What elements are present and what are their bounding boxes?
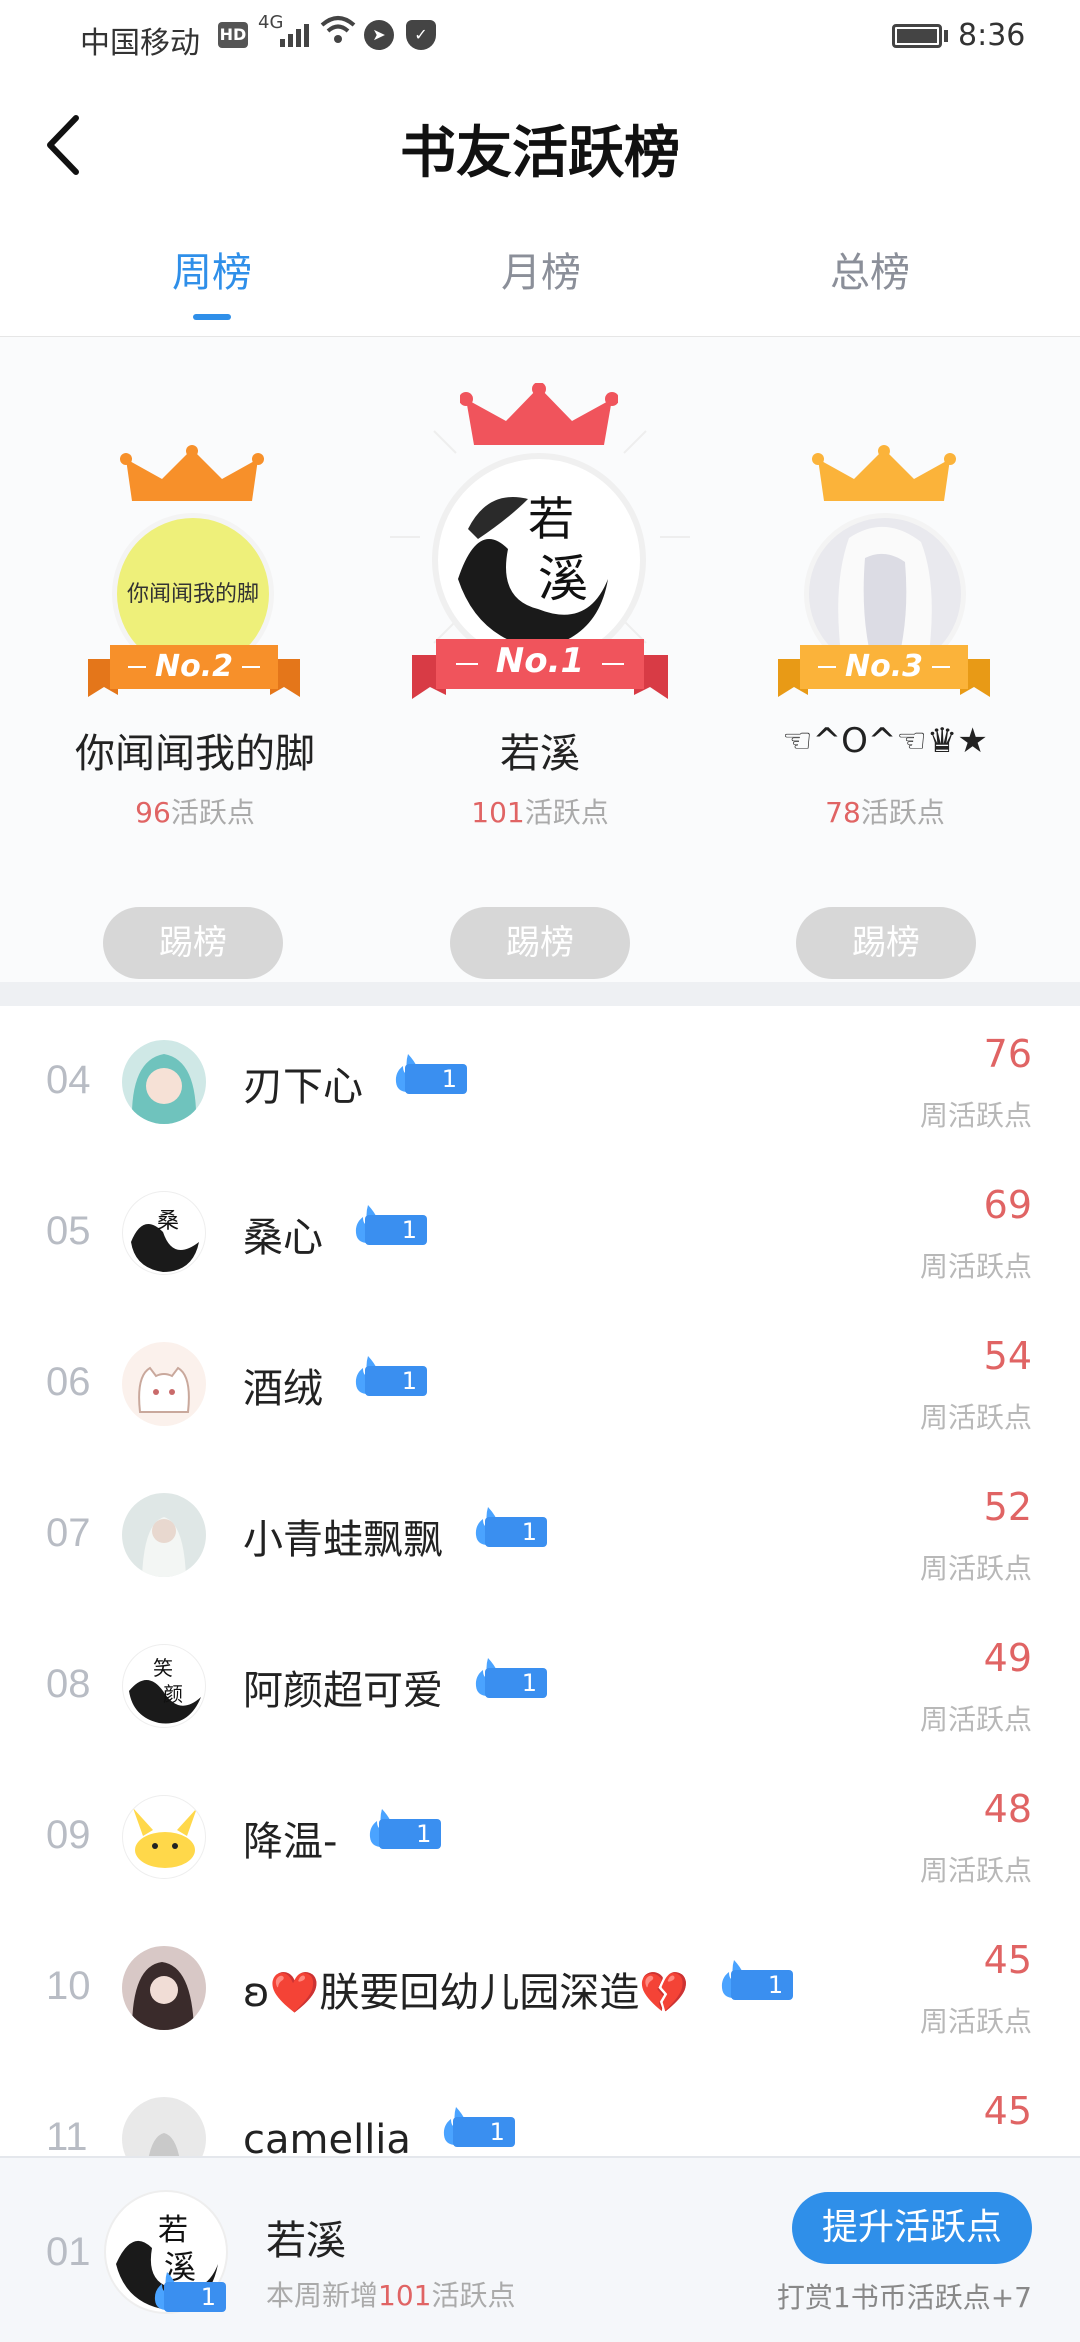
row-score-label: 周活跃点 bbox=[919, 1099, 1032, 1132]
podium-name: 你闻闻我的脚 bbox=[75, 731, 315, 777]
kick-button[interactable]: 踢榜 bbox=[450, 907, 630, 979]
tab-indicator bbox=[193, 314, 231, 320]
avatar-text: 溪 bbox=[538, 550, 588, 608]
svg-text:笑: 笑 bbox=[153, 1656, 173, 1680]
avatar[interactable]: 笑颜 bbox=[122, 1644, 206, 1728]
fire-badge: 1 bbox=[471, 1507, 551, 1547]
rank-number: 06 bbox=[46, 1360, 91, 1404]
crown-icon bbox=[120, 445, 264, 501]
user-name: 刃下心 1 bbox=[243, 1054, 471, 1112]
user-name: 桑心 1 bbox=[243, 1205, 431, 1263]
avatar[interactable] bbox=[122, 1040, 206, 1124]
avatar[interactable]: 桑 bbox=[122, 1191, 206, 1275]
svg-text:若: 若 bbox=[158, 2213, 188, 2248]
svg-text:颜: 颜 bbox=[163, 1682, 183, 1706]
navigation-icon: ➤ bbox=[364, 20, 394, 50]
row-score: 45 bbox=[983, 2089, 1032, 2133]
crown-icon bbox=[812, 445, 956, 501]
battery-icon bbox=[892, 24, 942, 48]
podium-name: ☜^O^☜♛★ bbox=[782, 721, 988, 761]
user-name: 阿颜超可爱 1 bbox=[243, 1658, 551, 1716]
row-score-label: 周活跃点 bbox=[919, 1552, 1032, 1585]
rank-number: 11 bbox=[46, 2115, 88, 2159]
table-row[interactable]: 09 降温- 1 48 周活跃点 bbox=[0, 1761, 1080, 1913]
table-row[interactable]: 06 酒绒 1 54 周活跃点 bbox=[0, 1308, 1080, 1460]
fire-badge: 1 bbox=[471, 1658, 551, 1698]
rank-number: 09 bbox=[46, 1813, 91, 1857]
podium-points: 78活跃点 bbox=[825, 796, 945, 829]
row-score: 49 bbox=[983, 1636, 1032, 1680]
row-score: 45 bbox=[983, 1938, 1032, 1982]
fire-badge: 1 bbox=[351, 1205, 431, 1245]
page-title: 书友活跃榜 bbox=[400, 120, 680, 186]
fire-badge: 1 bbox=[351, 1356, 431, 1396]
user-name: ʚ❤️朕要回幼儿园深造💔 1 bbox=[243, 1960, 797, 2018]
table-row[interactable]: 04 刃下心 1 76 周活跃点 bbox=[0, 1006, 1080, 1158]
section-divider bbox=[0, 982, 1080, 1006]
rank-number: 10 bbox=[46, 1964, 91, 2008]
my-rank-bar: 01 若溪 1 若溪 本周新增101活跃点 提升活跃点 打赏1书币活跃点+7 bbox=[0, 2156, 1080, 2342]
battery-tip bbox=[944, 30, 948, 42]
carrier-label: 中国移动 bbox=[80, 26, 200, 61]
fire-badge: 1 bbox=[717, 1960, 797, 2000]
row-score: 76 bbox=[983, 1032, 1032, 1076]
row-score-label: 周活跃点 bbox=[919, 2005, 1032, 2038]
row-score-label: 周活跃点 bbox=[919, 1854, 1032, 1887]
hd-icon: HD bbox=[218, 22, 248, 48]
fire-badge: 1 bbox=[391, 1054, 471, 1094]
rank-label: No.2 bbox=[155, 649, 233, 684]
svg-text:桑: 桑 bbox=[157, 1209, 179, 1234]
avatar[interactable] bbox=[122, 1946, 206, 2030]
row-score-label: 周活跃点 bbox=[919, 1401, 1032, 1434]
tab-monthly[interactable]: 月榜 bbox=[441, 240, 641, 298]
podium-points: 96活跃点 bbox=[135, 796, 255, 829]
tab-bar: 周榜 月榜 总榜 bbox=[0, 240, 1080, 337]
avatar[interactable] bbox=[122, 1342, 206, 1426]
table-row[interactable]: 08 笑颜 阿颜超可爱 1 49 周活跃点 bbox=[0, 1610, 1080, 1762]
my-weekly-points: 本周新增101活跃点 bbox=[266, 2279, 516, 2312]
rank-number: 07 bbox=[46, 1511, 91, 1555]
signal-icon bbox=[280, 24, 312, 47]
fire-badge: 1 bbox=[150, 2272, 230, 2312]
user-name: 酒绒 1 bbox=[243, 1356, 431, 1414]
fire-badge: 1 bbox=[365, 1809, 445, 1849]
user-name: 降温- 1 bbox=[243, 1809, 445, 1867]
table-row[interactable]: 10 ʚ❤️朕要回幼儿园深造💔 1 45 周活跃点 bbox=[0, 1912, 1080, 2064]
row-score: 48 bbox=[983, 1787, 1032, 1831]
clock: 8:36 bbox=[958, 18, 1026, 53]
kick-button[interactable]: 踢榜 bbox=[796, 907, 976, 979]
row-score-label: 周活跃点 bbox=[919, 1250, 1032, 1283]
tab-weekly[interactable]: 周榜 bbox=[112, 240, 312, 298]
row-score: 54 bbox=[983, 1334, 1032, 1378]
avatar[interactable] bbox=[122, 1493, 206, 1577]
shield-icon: ✓ bbox=[406, 20, 436, 50]
table-row[interactable]: 05 桑 桑心 1 69 周活跃点 bbox=[0, 1157, 1080, 1309]
kick-button[interactable]: 踢榜 bbox=[103, 907, 283, 979]
rank-number: 05 bbox=[46, 1209, 91, 1253]
tab-all-time[interactable]: 总榜 bbox=[770, 240, 970, 298]
boost-activity-button[interactable]: 提升活跃点 bbox=[792, 2192, 1032, 2264]
podium-points: 101活跃点 bbox=[471, 796, 609, 829]
avatar[interactable] bbox=[122, 1795, 206, 1879]
avatar-text: 你闻闻我的脚 bbox=[126, 582, 259, 607]
row-score-label: 周活跃点 bbox=[919, 1703, 1032, 1736]
podium: 你闻闻我的脚 No.2 你闻闻我的脚 96活跃点 踢榜 若 溪 No.1 若溪 … bbox=[0, 337, 1080, 982]
wifi-icon bbox=[320, 14, 356, 54]
row-score: 52 bbox=[983, 1485, 1032, 1529]
rank-number: 08 bbox=[46, 1662, 91, 1706]
fire-badge: 1 bbox=[439, 2107, 519, 2147]
reward-note: 打赏1书币活跃点+7 bbox=[776, 2281, 1032, 2314]
rank-number: 01 bbox=[46, 2230, 91, 2274]
table-row[interactable]: 07 小青蛙飘飘 1 52 周活跃点 bbox=[0, 1459, 1080, 1611]
row-score: 69 bbox=[983, 1183, 1032, 1227]
rank-label: No.1 bbox=[495, 641, 585, 681]
status-bar: 中国移动 HD 4G ➤ ✓ 8:36 bbox=[0, 0, 1080, 72]
crown-icon bbox=[460, 383, 618, 445]
rank-label: No.3 bbox=[845, 649, 923, 684]
podium-name: 若溪 bbox=[500, 731, 580, 777]
user-name: 小青蛙飘飘 1 bbox=[243, 1507, 551, 1565]
my-name: 若溪 bbox=[266, 2218, 346, 2264]
rank-number: 04 bbox=[46, 1058, 91, 1102]
